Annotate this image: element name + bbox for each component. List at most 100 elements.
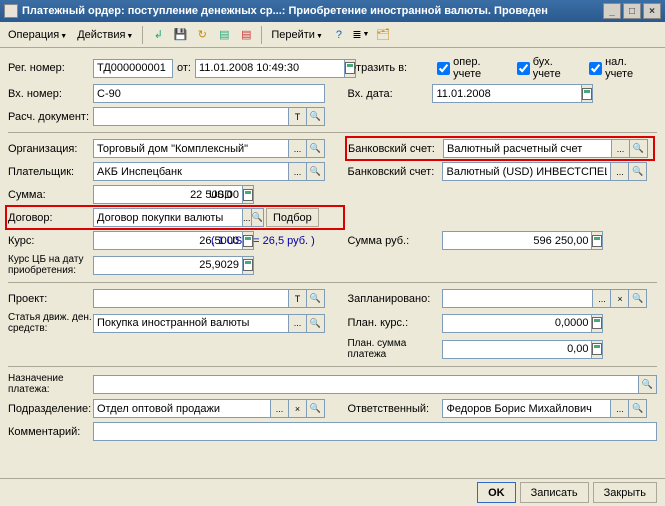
purpose-input[interactable] [93,375,639,394]
org-search-icon[interactable]: 🔍 [307,139,325,158]
close-button[interactable]: × [643,3,661,19]
sum-calc-icon[interactable] [243,185,254,204]
titlebar: Платежный ордер: поступление денежных ср… [0,0,665,22]
form-content: Рег. номер: от: Отразить в: опер. учете … [0,48,665,478]
oper-checkbox[interactable] [437,62,450,75]
contract-search-icon[interactable]: 🔍 [252,208,264,227]
plan-sum-input[interactable] [442,340,592,359]
sum-rub-input[interactable] [442,231,592,250]
list-icon[interactable]: ≣▼ [351,25,371,45]
dept-input[interactable] [93,399,271,418]
help-icon[interactable]: ? [329,25,349,45]
payer-label: Плательщик: [8,166,93,178]
calc-doc-search-icon[interactable]: 🔍 [307,107,325,126]
cb-rate-calc-icon[interactable] [243,256,254,275]
plan-rate-label: План. курс.: [347,317,442,329]
contract-select-icon[interactable]: ... [243,208,252,227]
close-form-button[interactable]: Закрыть [593,482,657,503]
resp-select-icon[interactable]: ... [611,399,629,418]
window-title: Платежный ордер: поступление денежных ср… [22,5,603,17]
in-num-input[interactable] [93,84,325,103]
calc-doc-t-button[interactable]: T [289,107,307,126]
in-date-label: Вх. дата: [347,88,432,100]
calc-doc-input[interactable] [93,107,289,126]
project-input[interactable] [93,289,289,308]
bank2-select-icon[interactable]: ... [611,162,629,181]
in-num-label: Вх. номер: [8,88,93,100]
bank2-input[interactable] [442,162,611,181]
resp-search-icon[interactable]: 🔍 [629,399,647,418]
tree-icon[interactable]: 🗂 [373,25,393,45]
nal-checkbox[interactable] [589,62,602,75]
plan-rate-calc-icon[interactable] [592,314,603,333]
payer-search-icon[interactable]: 🔍 [307,162,325,181]
project-search-icon[interactable]: 🔍 [307,289,325,308]
org-label: Организация: [8,143,93,155]
refresh-icon[interactable]: ↻ [192,25,212,45]
comment-input[interactable] [93,422,657,441]
rate-calc-icon[interactable] [243,231,254,250]
in-date-picker-icon[interactable] [582,84,593,103]
cb-rate-input[interactable] [93,256,243,275]
planned-label: Запланировано: [347,293,442,305]
dept-clear-icon[interactable]: × [289,399,307,418]
unpost-icon[interactable]: ▤ [236,25,256,45]
bank2-label: Банковский счет: [347,166,442,178]
goto-menu[interactable]: Перейти▼ [267,27,327,43]
planned-select-icon[interactable]: ... [593,289,611,308]
in-date-input[interactable] [432,84,582,103]
org-select-icon[interactable]: ... [289,139,307,158]
sum-rub-calc-icon[interactable] [592,231,603,250]
select-button[interactable]: Подбор [266,208,319,227]
add-icon[interactable]: ↲ [148,25,168,45]
purpose-label: Назначение платежа: [8,373,93,395]
oper-label: опер. учете [453,56,511,80]
save-icon[interactable]: 💾 [170,25,190,45]
footer: OK Записать Закрыть [0,478,665,506]
nal-label: нал. учете [605,56,657,80]
bank1-select-icon[interactable]: ... [612,139,630,158]
save-button[interactable]: Записать [520,482,589,503]
org-input[interactable] [93,139,289,158]
post-icon[interactable]: ▤ [214,25,234,45]
planned-clear-icon[interactable]: × [611,289,629,308]
dept-label: Подразделение: [8,403,93,415]
comment-label: Комментарий: [8,426,93,438]
plan-rate-input[interactable] [442,314,592,333]
from-date-input[interactable] [195,59,345,78]
plan-sum-calc-icon[interactable] [592,340,603,359]
contract-label: Договор: [8,212,93,224]
plan-sum-label: План. сумма платежа [347,338,442,360]
project-label: Проект: [8,293,93,305]
ok-button[interactable]: OK [477,482,516,503]
dept-search-icon[interactable]: 🔍 [307,399,325,418]
dds-select-icon[interactable]: ... [289,314,307,333]
minimize-button[interactable]: _ [603,3,621,19]
operation-menu[interactable]: Операция▼ [4,27,71,43]
reg-num-input[interactable] [93,59,173,78]
dept-select-icon[interactable]: ... [271,399,289,418]
dds-input[interactable] [93,314,289,333]
resp-label: Ответственный: [347,403,442,415]
dds-search-icon[interactable]: 🔍 [307,314,325,333]
currency-label: USD [209,189,232,201]
actions-menu[interactable]: Действия▼ [73,27,137,43]
toolbar: Операция▼ Действия▼ ↲ 💾 ↻ ▤ ▤ Перейти▼ ?… [0,22,665,48]
contract-input[interactable] [93,208,243,227]
resp-input[interactable] [442,399,611,418]
bank1-search-icon[interactable]: 🔍 [630,139,648,158]
maximize-button[interactable]: □ [623,3,641,19]
rate-label: Курс: [8,235,93,247]
project-t-button[interactable]: T [289,289,307,308]
payer-select-icon[interactable]: ... [289,162,307,181]
planned-input[interactable] [442,289,593,308]
payer-input[interactable] [93,162,289,181]
bank2-search-icon[interactable]: 🔍 [629,162,647,181]
bank1-input[interactable] [443,139,612,158]
buh-checkbox[interactable] [517,62,530,75]
buh-label: бух. учете [533,56,583,80]
purpose-search-icon[interactable]: 🔍 [639,375,657,394]
planned-search-icon[interactable]: 🔍 [629,289,647,308]
reflect-label: Отразить в: [347,62,431,74]
app-icon [4,4,18,18]
